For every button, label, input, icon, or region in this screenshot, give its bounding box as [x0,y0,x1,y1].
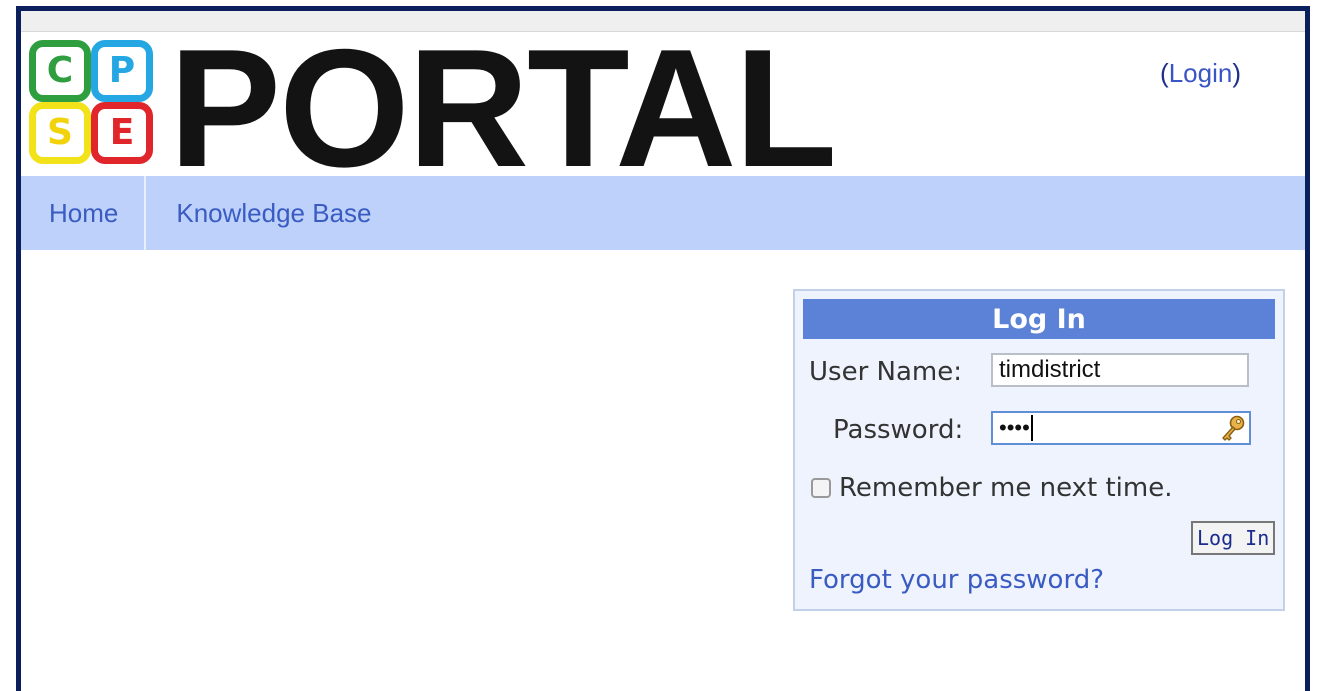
username-label: User Name: [809,357,962,387]
login-submit-button[interactable]: Log In [1191,521,1276,555]
portal-wordmark: PORTAL [169,14,837,202]
login-open-paren: ( [1160,58,1169,88]
remember-me-checkbox[interactable] [811,478,831,498]
login-close-paren: ) [1232,58,1241,88]
key-icon[interactable] [1217,414,1247,444]
remember-me: Remember me next time. [811,473,1172,503]
logo-tile-p: P [91,40,153,102]
nav-knowledge-base[interactable]: Knowledge Base [146,176,397,250]
nav-home[interactable]: Home [21,176,144,250]
username-input[interactable]: timdistrict [991,353,1249,387]
main-nav: Home Knowledge Base [21,176,1305,250]
text-caret [1030,415,1033,441]
header-login-link[interactable]: Login [1169,58,1233,88]
login-panel: Log In User Name: timdistrict Password: … [793,289,1285,611]
logo-tile-s: S [29,102,91,164]
password-input[interactable]: •••• [991,411,1251,445]
portal-header: C P S E PORTAL (Login) [21,24,1305,192]
logo-tile-e: E [91,102,153,164]
cpse-logo: C P S E [29,40,153,164]
forgot-password-link[interactable]: Forgot your password? [809,565,1104,595]
username-value: timdistrict [999,356,1101,383]
app-window: C P S E PORTAL (Login) Home Knowledge Ba… [16,6,1310,691]
password-label: Password: [833,415,964,445]
logo-tile-c: C [29,40,91,102]
header-login: (Login) [1160,58,1241,89]
login-panel-title: Log In [803,299,1275,339]
password-masked-value: •••• [999,415,1030,440]
remember-me-label: Remember me next time. [839,473,1173,503]
